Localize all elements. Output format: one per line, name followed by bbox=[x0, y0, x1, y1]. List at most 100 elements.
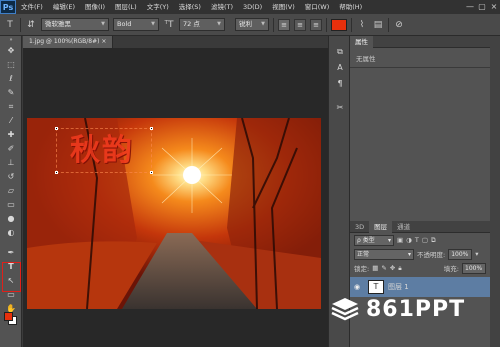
tool-presets-icon[interactable]: ✂ bbox=[329, 100, 351, 116]
chevron-down-icon: ▼ bbox=[151, 21, 155, 27]
font-family-select[interactable]: 微软雅黑 ▼ bbox=[41, 18, 109, 31]
canvas-text-layer[interactable]: 秋韵 bbox=[70, 134, 134, 168]
move-tool-icon[interactable]: ✥ bbox=[0, 44, 22, 58]
history-panel-icon[interactable]: ⧉ bbox=[329, 44, 351, 60]
marquee-tool-icon[interactable]: ⬚ bbox=[0, 58, 22, 72]
layer-row[interactable]: ◉ T 图层 1 bbox=[350, 277, 490, 297]
chevron-down-icon[interactable]: ▾ bbox=[475, 250, 478, 258]
photoshop-logo: Ps bbox=[0, 0, 16, 14]
history-brush-tool-icon[interactable]: ↺ bbox=[0, 170, 22, 184]
menu-layer[interactable]: 图层(L) bbox=[110, 0, 142, 14]
panel-scrollbar[interactable] bbox=[490, 36, 500, 347]
collapse-icon[interactable]: » bbox=[0, 36, 22, 44]
divider bbox=[351, 17, 352, 32]
close-tab-icon[interactable]: × bbox=[101, 38, 106, 45]
eraser-tool-icon[interactable]: ▱ bbox=[0, 184, 22, 198]
brush-tool-icon[interactable]: ✐ bbox=[0, 142, 22, 156]
blend-mode-select[interactable]: 正常 ▾ bbox=[354, 248, 414, 260]
menu-select[interactable]: 选择(S) bbox=[174, 0, 206, 14]
menu-view[interactable]: 视图(V) bbox=[267, 0, 300, 14]
document-tab[interactable]: 1.jpg @ 100%(RGB/8#) × bbox=[23, 36, 114, 48]
divider bbox=[20, 17, 21, 32]
document-tab-title: 1.jpg @ 100%(RGB/8#) bbox=[29, 38, 100, 45]
blend-mode-value: 正常 bbox=[357, 250, 370, 258]
layer-filter-row: ρ 类型 ▾ ▣ ◑ T ▢ ⧉ bbox=[350, 233, 490, 247]
resize-handle[interactable] bbox=[150, 171, 153, 174]
document-tabs: 1.jpg @ 100%(RGB/8#) × bbox=[23, 36, 328, 48]
divider bbox=[273, 17, 274, 32]
lock-label: 锁定: bbox=[354, 265, 370, 273]
tab-channels[interactable]: 通道 bbox=[392, 221, 415, 233]
lock-brush-icon[interactable]: ✎ bbox=[381, 264, 386, 272]
divider bbox=[388, 17, 389, 32]
color-swatches[interactable] bbox=[4, 312, 18, 326]
eye-icon[interactable]: ◉ bbox=[354, 283, 364, 291]
lock-row: 锁定: ▦ ✎ ✥ 🔒︎ 填充: 100% bbox=[350, 261, 490, 275]
watermark-text: 861PPT bbox=[366, 296, 466, 322]
menu-image[interactable]: 图像(I) bbox=[80, 0, 110, 14]
character-panel-icon[interactable]: ▤ bbox=[372, 20, 384, 30]
foreground-color-swatch[interactable] bbox=[4, 312, 13, 321]
dodge-tool-icon[interactable]: ◐ bbox=[0, 226, 22, 240]
filter-smart-icon[interactable]: ⧉ bbox=[431, 236, 436, 245]
lock-all-icon[interactable]: 🔒︎ bbox=[398, 264, 401, 273]
pen-tool-icon[interactable]: ✒ bbox=[0, 246, 22, 260]
menu-edit[interactable]: 编辑(E) bbox=[48, 0, 80, 14]
antialias-select[interactable]: 锐利 ▼ bbox=[235, 18, 269, 31]
minimize-button[interactable]: — bbox=[464, 0, 476, 14]
layers-panel-header: 3D 图层 通道 bbox=[350, 220, 490, 233]
lock-move-icon[interactable]: ✥ bbox=[390, 264, 395, 272]
align-right-button[interactable]: ≡ bbox=[310, 18, 322, 31]
filter-pixel-icon[interactable]: ▣ bbox=[397, 236, 403, 244]
layer-name[interactable]: 图层 1 bbox=[388, 282, 409, 292]
character-panel-icon[interactable]: A bbox=[329, 60, 351, 76]
menu-type[interactable]: 文字(Y) bbox=[142, 0, 174, 14]
type-tool-preset-icon[interactable]: T bbox=[4, 20, 16, 30]
tab-3d[interactable]: 3D bbox=[350, 221, 369, 233]
gradient-tool-icon[interactable]: ▭ bbox=[0, 198, 22, 212]
filter-shape-icon[interactable]: ▢ bbox=[422, 236, 428, 244]
menu-filter[interactable]: 滤镜(T) bbox=[206, 0, 238, 14]
layers-stack-logo bbox=[331, 298, 359, 321]
menu-3d[interactable]: 3D(D) bbox=[238, 0, 267, 14]
text-color-swatch[interactable] bbox=[331, 18, 347, 31]
align-center-button[interactable]: ≡ bbox=[294, 18, 306, 31]
tools-panel: » ✥ ⬚ ℓ ✎ ⌗ ⁄ ✚ ✐ ⊥ ↺ ▱ ▭ ● ◐ ✒ T ↖ ▭ ✋ bbox=[0, 36, 22, 347]
warp-text-icon[interactable]: ⌇ bbox=[356, 20, 368, 30]
chevron-down-icon: ▼ bbox=[217, 21, 221, 27]
canvas-area[interactable]: 秋韵 bbox=[23, 48, 328, 347]
align-left-button[interactable]: ≡ bbox=[278, 18, 290, 31]
resize-handle[interactable] bbox=[150, 127, 153, 130]
chevron-down-icon: ▾ bbox=[387, 236, 391, 244]
toggle-orientation-icon[interactable]: ⇵ bbox=[25, 20, 37, 30]
menu-window[interactable]: 窗口(W) bbox=[300, 0, 335, 14]
font-size-select[interactable]: 72 点 ▼ bbox=[179, 18, 225, 31]
crop-tool-icon[interactable]: ⌗ bbox=[0, 100, 22, 114]
blur-tool-icon[interactable]: ● bbox=[0, 212, 22, 226]
layer-filter-select[interactable]: ρ 类型 ▾ bbox=[354, 234, 394, 246]
resize-handle[interactable] bbox=[55, 171, 58, 174]
resize-handle[interactable] bbox=[55, 127, 58, 130]
menu-file[interactable]: 文件(F) bbox=[16, 0, 48, 14]
cancel-icon[interactable]: ⊘ bbox=[393, 20, 405, 30]
font-style-select[interactable]: Bold ▼ bbox=[113, 18, 159, 31]
blend-row: 正常 ▾ 不透明度: 100% ▾ bbox=[350, 247, 490, 261]
eyedropper-tool-icon[interactable]: ⁄ bbox=[0, 114, 22, 128]
watermark: 861PPT bbox=[330, 296, 465, 322]
quick-select-tool-icon[interactable]: ✎ bbox=[0, 86, 22, 100]
lasso-tool-icon[interactable]: ℓ bbox=[0, 72, 22, 86]
healing-brush-tool-icon[interactable]: ✚ bbox=[0, 128, 22, 142]
fill-input[interactable]: 100% bbox=[462, 262, 486, 274]
menu-help[interactable]: 帮助(H) bbox=[334, 0, 367, 14]
paragraph-panel-icon[interactable]: ¶ bbox=[329, 76, 351, 92]
close-button[interactable]: × bbox=[488, 0, 500, 14]
restore-button[interactable]: ▢ bbox=[476, 0, 488, 14]
tab-layers[interactable]: 图层 bbox=[369, 220, 393, 233]
filter-type-icon[interactable]: T bbox=[415, 236, 419, 244]
clone-stamp-tool-icon[interactable]: ⊥ bbox=[0, 156, 22, 170]
tab-properties[interactable]: 属性 bbox=[350, 35, 373, 48]
lock-pixels-icon[interactable]: ▦ bbox=[372, 264, 378, 272]
opacity-input[interactable]: 100% bbox=[448, 248, 473, 260]
filter-adjust-icon[interactable]: ◑ bbox=[406, 236, 412, 244]
type-layer-thumbnail-icon: T bbox=[368, 280, 384, 294]
